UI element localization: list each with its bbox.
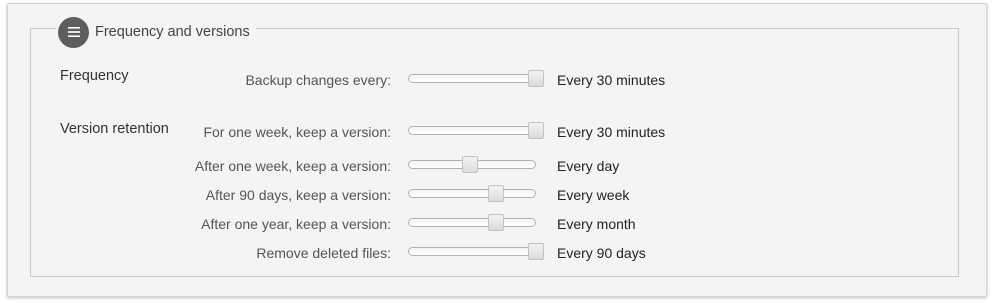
slider-track xyxy=(408,189,536,198)
slider-thumb[interactable] xyxy=(488,214,505,231)
slider-thumb[interactable] xyxy=(462,156,478,173)
remove-deleted-slider[interactable] xyxy=(408,243,544,260)
backup-frequency-value: Every 30 minutes xyxy=(557,72,666,88)
frequency-section-label: Frequency xyxy=(60,68,129,84)
remove-deleted-label: Remove deleted files: xyxy=(256,245,391,261)
slider-track xyxy=(408,74,536,83)
backup-frequency-label: Backup changes every: xyxy=(245,72,391,88)
retention-section-label: Version retention xyxy=(60,121,169,137)
after-90-days-label: After 90 days, keep a version: xyxy=(205,187,391,203)
slider-track xyxy=(408,247,536,256)
frequency-versions-group xyxy=(30,28,959,277)
slider-thumb[interactable] xyxy=(528,122,544,139)
after-90-days-slider[interactable] xyxy=(408,185,536,202)
one-week-slider[interactable] xyxy=(408,122,544,139)
one-week-label: For one week, keep a version: xyxy=(203,124,391,140)
slider-thumb[interactable] xyxy=(528,70,544,87)
one-week-value: Every 30 minutes xyxy=(557,124,666,140)
after-one-year-slider[interactable] xyxy=(408,214,536,231)
group-legend: Frequency and versions xyxy=(56,15,256,49)
remove-deleted-value: Every 90 days xyxy=(557,245,646,261)
backup-frequency-slider[interactable] xyxy=(408,70,544,87)
list-icon xyxy=(58,16,89,48)
after-one-week-value: Every day xyxy=(557,158,620,174)
group-title: Frequency and versions xyxy=(95,24,250,40)
slider-track xyxy=(408,218,536,227)
after-one-week-label: After one week, keep a version: xyxy=(194,158,391,174)
after-one-week-slider[interactable] xyxy=(408,156,536,173)
slider-track xyxy=(408,126,536,135)
slider-thumb[interactable] xyxy=(528,243,544,260)
slider-thumb[interactable] xyxy=(488,185,505,202)
after-one-year-value: Every month xyxy=(557,216,636,232)
after-90-days-value: Every week xyxy=(557,187,630,203)
after-one-year-label: After one year, keep a version: xyxy=(201,216,391,232)
